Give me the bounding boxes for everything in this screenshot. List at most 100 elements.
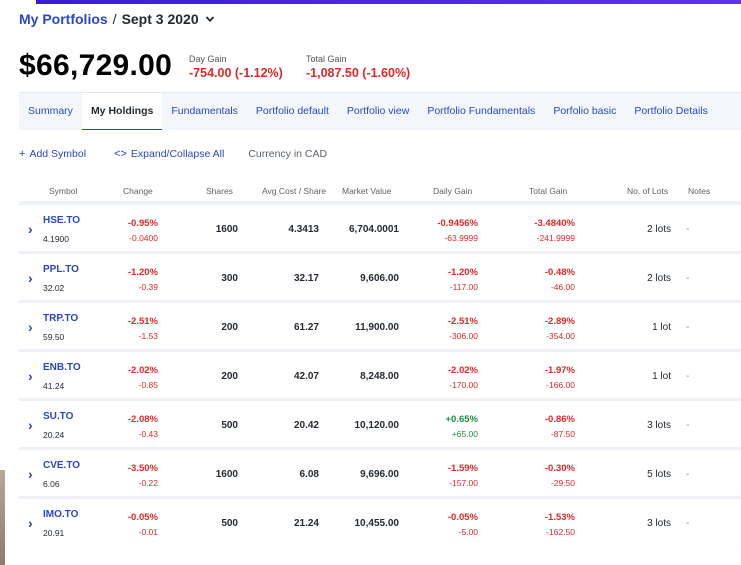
holding-lots-link[interactable]: 2 lots <box>647 224 671 235</box>
holding-daily-gain-percent: -1.20% <box>447 267 478 278</box>
holding-price: 20.24 <box>43 430 65 440</box>
tab-fundamentals[interactable]: Fundamentals <box>162 93 247 130</box>
holding-shares: 500 <box>221 518 238 529</box>
tab-portfolio-default[interactable]: Portfolio default <box>247 93 338 130</box>
holding-row[interactable]: › ENB.TO 41.24 -2.02% -0.85 200 42.07 8,248.00 -… <box>19 352 741 398</box>
add-symbol-button[interactable]: + Add Symbol <box>19 148 86 160</box>
holding-total-gain-percent: -0.86% <box>544 414 575 425</box>
holding-daily-gain-amount: +65.00 <box>451 429 478 439</box>
holding-row[interactable]: › HSE.TO 4.1900 -0.95% -0.0400 1600 4.3413 6,70… <box>19 205 741 251</box>
tab-portfolio-fundamentals[interactable]: Portfolio Fundamentals <box>418 93 544 130</box>
column-header-notes[interactable]: Notes <box>688 186 710 196</box>
holding-change-amount: -0.85 <box>138 380 158 390</box>
holding-symbol-link[interactable]: TRP.TO <box>43 313 78 324</box>
holding-notes[interactable]: - <box>686 371 689 382</box>
holding-notes[interactable]: - <box>686 273 689 284</box>
holding-lots-link[interactable]: 2 lots <box>647 273 671 284</box>
holding-change-percent: -0.95% <box>127 218 158 229</box>
expand-row-chevron-icon[interactable]: › <box>28 515 33 531</box>
expand-row-chevron-icon[interactable]: › <box>28 270 33 286</box>
holding-lots-link[interactable]: 1 lot <box>652 322 671 333</box>
holding-symbol-link[interactable]: PPL.TO <box>43 264 79 275</box>
day-gain: Day Gain -754.00 (-1.12%) <box>189 54 283 80</box>
column-header-shares[interactable]: Shares <box>206 186 233 196</box>
tab-my-holdings[interactable]: My Holdings <box>81 93 163 130</box>
column-header-total-gain[interactable]: Total Gain <box>529 186 567 196</box>
holding-total-gain-percent: -2.89% <box>544 316 575 327</box>
holding-notes[interactable]: - <box>686 518 689 529</box>
holding-row[interactable]: › TRP.TO 59.50 -2.51% -1.53 200 61.27 11,900.00… <box>19 303 741 349</box>
holdings-actions: + Add Symbol <> Expand/Collapse All Curr… <box>19 148 327 160</box>
holding-daily-gain-percent: -2.51% <box>447 316 478 327</box>
holding-symbol-link[interactable]: HSE.TO <box>43 215 80 226</box>
holding-total-gain-amount: -162.50 <box>546 527 575 537</box>
holding-avg-cost: 6.08 <box>299 469 319 480</box>
holding-row[interactable]: › PPL.TO 32.02 -1.20% -0.39 300 32.17 9,606.00 -… <box>19 254 741 300</box>
holding-total-gain-amount: -241.9999 <box>536 233 575 243</box>
column-header-daily-gain[interactable]: Daily Gain <box>433 186 472 196</box>
column-header-lots[interactable]: No. of Lots <box>627 186 668 196</box>
holding-total-gain-amount: -29.50 <box>550 478 575 488</box>
breadcrumb-my-portfolios-link[interactable]: My Portfolios <box>19 11 108 27</box>
holding-change-percent: -3.50% <box>127 463 158 474</box>
holding-market-value: 6,704.0001 <box>348 224 399 235</box>
holding-market-value: 8,248.00 <box>360 371 399 382</box>
portfolio-name[interactable]: Sept 3 2020 <box>122 11 199 27</box>
holding-change-amount: -0.43 <box>138 429 158 439</box>
holding-market-value: 9,696.00 <box>360 469 399 480</box>
column-header-avg-cost[interactable]: Avg Cost / Share <box>262 186 326 196</box>
holding-price: 6.06 <box>43 479 60 489</box>
holding-price: 59.50 <box>43 332 65 342</box>
column-header-market-value[interactable]: Market Value <box>342 186 391 196</box>
holding-lots-link[interactable]: 5 lots <box>647 469 671 480</box>
holding-daily-gain-percent: -0.9456% <box>437 218 478 229</box>
currency-note: Currency in CAD <box>248 148 328 160</box>
holding-shares: 1600 <box>215 469 238 480</box>
expand-row-chevron-icon[interactable]: › <box>28 368 33 384</box>
tab-portfolio-details[interactable]: Portfolio Details <box>625 93 717 130</box>
holding-notes[interactable]: - <box>686 224 689 235</box>
holding-symbol-link[interactable]: CVE.TO <box>43 460 80 471</box>
holding-daily-gain-amount: -5.00 <box>458 527 478 537</box>
holding-daily-gain-amount: -63.9999 <box>444 233 478 243</box>
holding-daily-gain-percent: -1.59% <box>447 463 478 474</box>
background-strip <box>0 470 5 565</box>
holding-change-percent: -1.20% <box>127 267 158 278</box>
holding-row[interactable]: › CVE.TO 6.06 -3.50% -0.22 1600 6.08 9,696.00 -1… <box>19 450 741 496</box>
holding-notes[interactable]: - <box>686 322 689 333</box>
holding-symbol-link[interactable]: IMO.TO <box>43 509 78 520</box>
holding-market-value: 11,900.00 <box>355 322 399 333</box>
holding-notes[interactable]: - <box>686 469 689 480</box>
holding-notes[interactable]: - <box>686 420 689 431</box>
column-header-symbol[interactable]: Symbol <box>49 186 77 196</box>
tab-summary[interactable]: Summary <box>19 93 82 130</box>
expand-row-chevron-icon[interactable]: › <box>28 221 33 237</box>
column-header-change[interactable]: Change <box>123 186 153 196</box>
expand-row-chevron-icon[interactable]: › <box>28 319 33 335</box>
holding-symbol-link[interactable]: SU.TO <box>43 411 73 422</box>
holding-lots-link[interactable]: 3 lots <box>647 518 671 529</box>
day-gain-label: Day Gain <box>189 54 227 64</box>
holding-change-percent: -2.08% <box>127 414 158 425</box>
expand-collapse-button[interactable]: <> Expand/Collapse All <box>114 148 224 160</box>
holding-row[interactable]: › IMO.TO 20.91 -0.05% -0.01 500 21.24 10,455.00… <box>19 499 741 545</box>
expand-collapse-icon: <> <box>114 148 127 160</box>
holding-total-gain-percent: -0.30% <box>544 463 575 474</box>
holding-lots-link[interactable]: 3 lots <box>647 420 671 431</box>
tab-portfolio-view[interactable]: Portfolio view <box>338 93 418 130</box>
chevron-down-icon[interactable] <box>205 14 215 24</box>
expand-row-chevron-icon[interactable]: › <box>28 466 33 482</box>
top-accent-bar <box>36 0 741 4</box>
holding-total-gain-amount: -46.00 <box>550 282 575 292</box>
holding-avg-cost: 4.3413 <box>288 224 319 235</box>
total-gain: Total Gain -1,087.50 (-1.60%) <box>306 54 410 80</box>
holding-symbol-link[interactable]: ENB.TO <box>43 362 81 373</box>
holding-lots-link[interactable]: 1 lot <box>652 371 671 382</box>
expand-row-chevron-icon[interactable]: › <box>28 417 33 433</box>
tab-porfolio-basic[interactable]: Porfolio basic <box>544 93 625 130</box>
holding-change-percent: -0.05% <box>127 512 158 523</box>
view-tabs: Summary My Holdings Fundamentals Portfol… <box>19 92 741 130</box>
holding-total-gain-amount: -166.00 <box>546 380 575 390</box>
holding-row[interactable]: › SU.TO 20.24 -2.08% -0.43 500 20.42 10,120.00 +… <box>19 401 741 447</box>
holding-daily-gain-amount: -306.00 <box>449 331 478 341</box>
